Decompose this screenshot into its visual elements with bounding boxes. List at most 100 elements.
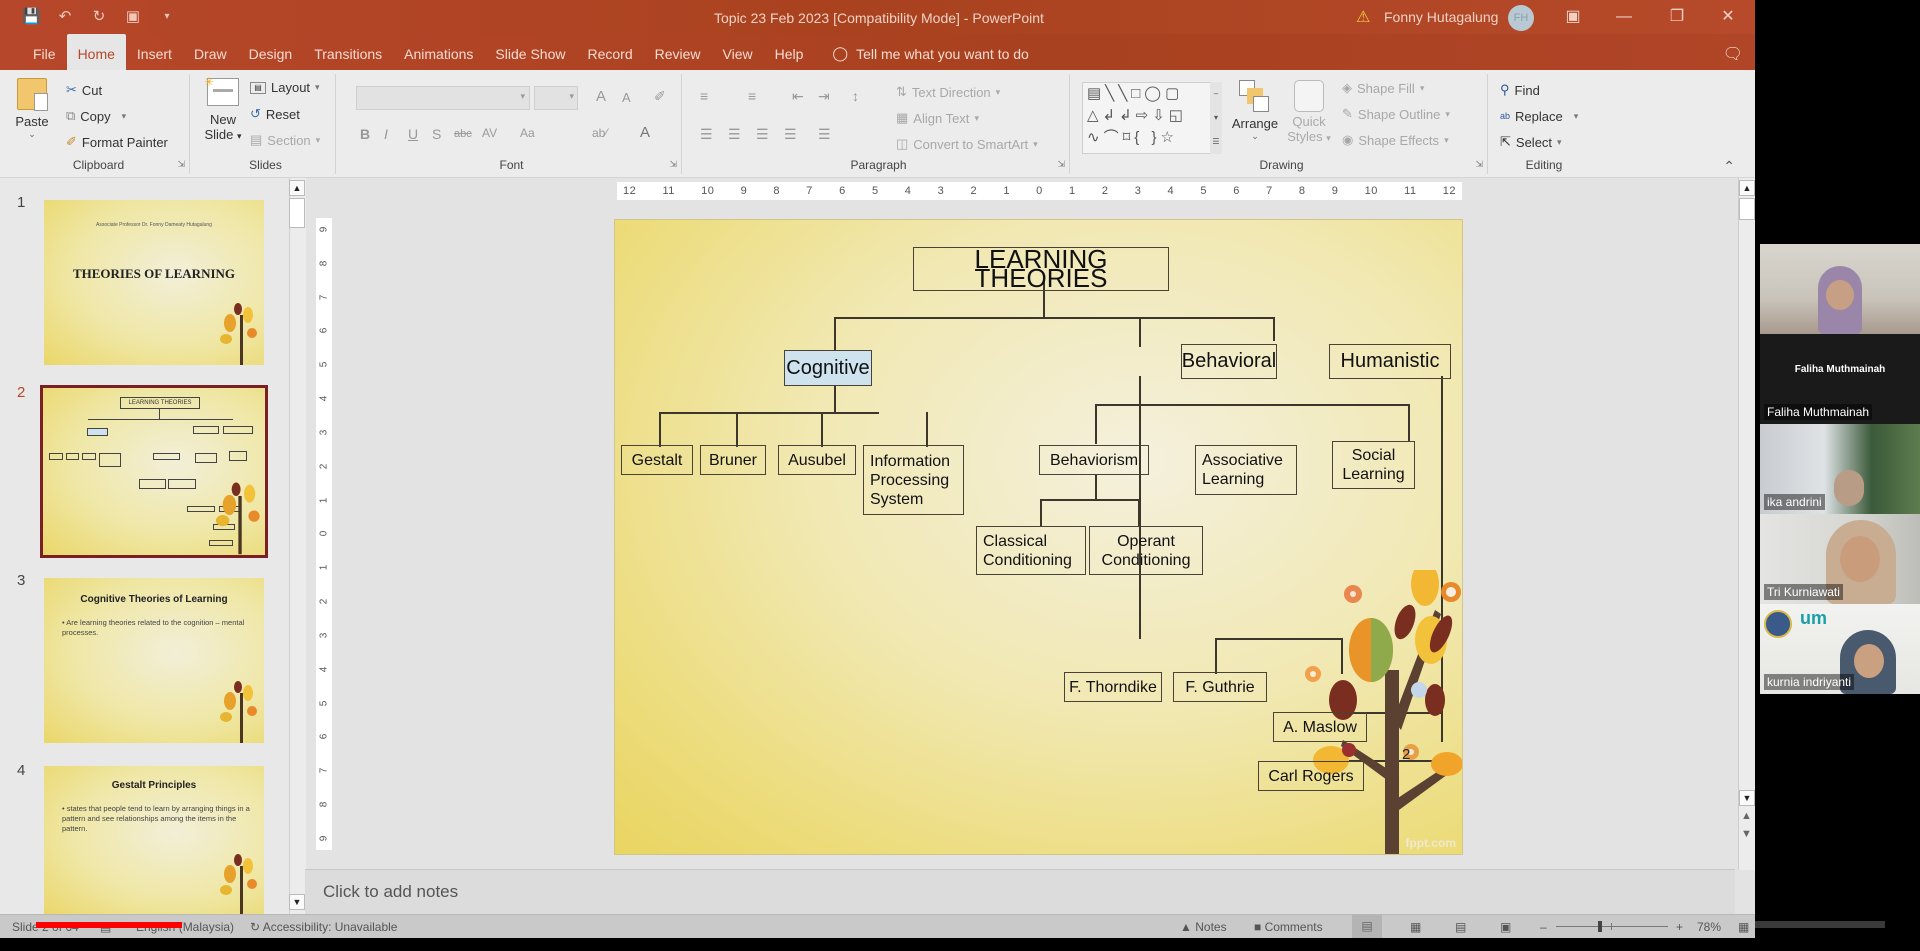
- text-direction-button[interactable]: ⇅ Text Direction ▾: [896, 84, 1000, 100]
- node-operant-conditioning[interactable]: Operant Conditioning: [1089, 526, 1203, 575]
- shape-effects-button[interactable]: ◉ Shape Effects ▾: [1342, 132, 1449, 148]
- zoom-out-button[interactable]: –: [1540, 920, 1547, 934]
- columns-icon[interactable]: ☰: [818, 126, 831, 143]
- slide-thumbnail-1[interactable]: Associate Professor Dr. Fonny Dameaty Hu…: [44, 200, 264, 365]
- line-spacing-icon[interactable]: ↕: [852, 88, 859, 104]
- collapse-ribbon-icon[interactable]: ⌃: [1723, 158, 1735, 175]
- node-behavioral[interactable]: Behavioral: [1181, 344, 1277, 379]
- shape-fill-button[interactable]: ◈ Shape Fill ▾: [1342, 80, 1424, 96]
- bold-button[interactable]: B: [360, 126, 370, 142]
- node-f-guthrie[interactable]: F. Guthrie: [1173, 672, 1267, 702]
- customize-qat-icon[interactable]: ▾: [158, 8, 176, 26]
- close-button[interactable]: ✕: [1713, 5, 1743, 29]
- paste-button[interactable]: Paste ⌄: [12, 78, 52, 140]
- node-carl-rogers[interactable]: Carl Rogers: [1258, 761, 1364, 791]
- participant-tile[interactable]: Tri Kurniawati: [1760, 514, 1920, 604]
- clear-formatting-icon[interactable]: ✐: [654, 88, 666, 105]
- align-right-icon[interactable]: ☰: [756, 126, 769, 143]
- format-painter-button[interactable]: ✐ Format Painter: [66, 134, 168, 150]
- change-case-button[interactable]: Aa: [520, 126, 535, 140]
- node-cognitive[interactable]: Cognitive: [784, 350, 872, 386]
- underline-button[interactable]: U: [408, 126, 418, 142]
- find-button[interactable]: ⚲ Find: [1500, 82, 1540, 98]
- user-name[interactable]: Fonny Hutagalung: [1384, 9, 1498, 25]
- bullets-icon[interactable]: ≡: [700, 88, 708, 104]
- save-icon[interactable]: 💾: [22, 8, 41, 26]
- notes-pane[interactable]: Click to add notes: [305, 869, 1735, 914]
- zoom-slider-thumb[interactable]: [1598, 921, 1602, 932]
- tab-home[interactable]: Home: [66, 34, 126, 70]
- tab-draw[interactable]: Draw: [183, 34, 238, 70]
- node-a-maslow[interactable]: A. Maslow: [1273, 712, 1367, 742]
- ribbon-display-options-button[interactable]: ▣: [1558, 5, 1588, 29]
- justify-icon[interactable]: ☰: [784, 126, 797, 143]
- accessibility-status[interactable]: ↻ Accessibility: Unavailable: [250, 920, 397, 934]
- copy-button[interactable]: ⧉ Copy ▾: [66, 108, 126, 124]
- zoom-in-button[interactable]: +: [1676, 920, 1683, 934]
- font-dialog-launcher[interactable]: ⇲: [669, 159, 677, 170]
- decrease-indent-icon[interactable]: ⇤: [792, 88, 804, 105]
- arrange-button[interactable]: Arrange ⌄: [1228, 80, 1282, 142]
- node-behaviorism[interactable]: Behaviorism: [1039, 445, 1149, 475]
- node-associative-learning[interactable]: Associative Learning: [1195, 445, 1297, 495]
- fit-to-window-button[interactable]: ▦: [1738, 920, 1749, 934]
- redo-icon[interactable]: ↻: [90, 8, 108, 26]
- zoom-slider[interactable]: [1556, 921, 1668, 932]
- tab-animations[interactable]: Animations: [393, 34, 484, 70]
- notes-button[interactable]: ▲ Notes: [1180, 920, 1227, 934]
- drawing-dialog-launcher[interactable]: ⇲: [1475, 159, 1483, 170]
- node-bruner[interactable]: Bruner: [700, 445, 766, 475]
- tab-review[interactable]: Review: [644, 34, 712, 70]
- slide-scroll-up-button[interactable]: ▲: [1739, 180, 1755, 196]
- node-information-processing-system[interactable]: Information Processing System: [863, 445, 964, 515]
- align-text-button[interactable]: ▦ Align Text ▾: [896, 110, 979, 126]
- node-social-learning[interactable]: Social Learning: [1332, 441, 1415, 489]
- reading-view-button[interactable]: ▤: [1455, 920, 1466, 934]
- comments-button[interactable]: ■ Comments: [1254, 920, 1323, 934]
- participant-tile[interactable]: Faliha Muthmainah Faliha Muthmainah: [1760, 334, 1920, 424]
- decrease-font-size-button[interactable]: A: [622, 90, 631, 105]
- comments-icon[interactable]: 🗨: [1723, 44, 1743, 64]
- increase-font-size-button[interactable]: A: [596, 88, 606, 105]
- slide-show-view-button[interactable]: ▣: [1500, 920, 1511, 934]
- thumbnails-scroll-thumb[interactable]: [289, 198, 305, 228]
- participant-tile[interactable]: [1760, 244, 1920, 334]
- cut-button[interactable]: ✂ Cut: [66, 82, 102, 98]
- replace-button[interactable]: ab Replace ▾: [1500, 108, 1578, 124]
- slide-thumbnail-3[interactable]: Cognitive Theories of Learning • Are lea…: [44, 578, 264, 743]
- present-from-start-icon[interactable]: ▣: [124, 8, 142, 26]
- tab-design[interactable]: Design: [238, 34, 304, 70]
- slide-thumbnail-4[interactable]: Gestalt Principles • states that people …: [44, 766, 264, 916]
- thumbnails-scroll-up-button[interactable]: ▲: [289, 180, 305, 196]
- tab-help[interactable]: Help: [764, 34, 815, 70]
- paragraph-dialog-launcher[interactable]: ⇲: [1057, 159, 1065, 170]
- slide-sorter-view-button[interactable]: ▦: [1410, 920, 1421, 934]
- font-size-combo[interactable]: ▾: [534, 86, 578, 110]
- minimize-button[interactable]: —: [1609, 5, 1639, 29]
- align-center-icon[interactable]: ☰: [728, 126, 741, 143]
- tab-record[interactable]: Record: [576, 34, 643, 70]
- node-humanistic[interactable]: Humanistic: [1329, 344, 1451, 379]
- participant-tile[interactable]: ika andrini: [1760, 424, 1920, 514]
- thumbnails-scrollbar[interactable]: [290, 178, 306, 914]
- reset-button[interactable]: ↺ Reset: [250, 106, 300, 122]
- character-spacing-button[interactable]: AV: [482, 126, 497, 140]
- tab-file[interactable]: File: [22, 34, 67, 70]
- node-ausubel[interactable]: Ausubel: [778, 445, 856, 475]
- convert-smartart-button[interactable]: ◫ Convert to SmartArt ▾: [896, 136, 1038, 152]
- slide-thumbnail-2[interactable]: LEARNING THEORIES: [40, 385, 268, 558]
- clipboard-dialog-launcher[interactable]: ⇲: [177, 159, 185, 170]
- italic-button[interactable]: I: [384, 126, 388, 142]
- tab-insert[interactable]: Insert: [126, 34, 183, 70]
- quick-styles-button[interactable]: Quick Styles ▾: [1284, 80, 1334, 144]
- tab-view[interactable]: View: [712, 34, 764, 70]
- shapes-gallery-scroll[interactable]: – ▾ ☰: [1210, 82, 1222, 154]
- node-classical-conditioning[interactable]: Classical Conditioning: [976, 526, 1086, 575]
- slide-canvas[interactable]: LEARNING THEORIES Cognitive Behavioral H…: [614, 219, 1463, 855]
- next-slide-button[interactable]: ▼: [1741, 828, 1752, 840]
- strikethrough-button[interactable]: abc: [454, 128, 472, 140]
- font-color-button[interactable]: A: [640, 124, 650, 141]
- participant-tile[interactable]: um kurnia indriyanti: [1760, 604, 1920, 694]
- highlight-color-icon[interactable]: ab⁄: [592, 126, 607, 140]
- shapes-gallery[interactable]: ▤╲╲□◯▢ △↲↲⇨⇩◱ ∿⌒⌑{ }☆: [1082, 82, 1222, 154]
